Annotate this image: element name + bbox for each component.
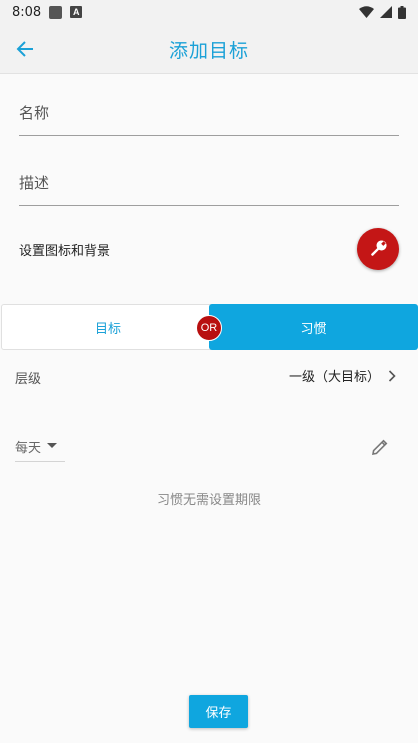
level-label: 层级: [15, 372, 42, 387]
name-field-container: [19, 90, 399, 136]
name-input[interactable]: [19, 90, 399, 135]
or-badge: OR: [196, 315, 222, 341]
text-icon: A: [70, 6, 83, 18]
signal-icon: [380, 6, 392, 18]
status-time: 8:08: [12, 4, 42, 20]
status-right: [359, 5, 406, 19]
tab-habit[interactable]: 习惯: [209, 304, 418, 350]
wrench-icon: [371, 240, 387, 256]
battery-icon: [398, 5, 406, 19]
status-bar: 8:08 A: [0, 0, 418, 24]
add-goal-screen: 8:08 A 添加目标 名称 描述 设置图标和背景 目标 习惯 OR 层级 一级…: [0, 0, 418, 743]
tab-goal[interactable]: 目标: [1, 304, 215, 350]
description-field-container: [19, 160, 399, 206]
level-value: 一级（大目标）: [288, 370, 380, 385]
icon-bg-label: 设置图标和背景: [19, 244, 111, 259]
save-button[interactable]: 保存: [189, 695, 248, 728]
pencil-icon: [372, 439, 388, 455]
wifi-icon: [359, 6, 374, 18]
frequency-dropdown[interactable]: 每天: [15, 437, 65, 462]
page-title: 添加目标: [168, 40, 249, 62]
edit-button[interactable]: [370, 437, 390, 457]
level-selector[interactable]: 一级（大目标）: [289, 366, 396, 385]
status-left: 8:08 A: [12, 4, 83, 20]
image-icon: [49, 5, 63, 19]
frequency-value: 每天: [15, 441, 42, 456]
set-icon-bg-button[interactable]: [357, 228, 399, 270]
habit-deadline-note: 习惯无需设置期限: [156, 493, 261, 508]
caret-down-icon: [47, 443, 58, 448]
app-bar: 添加目标: [0, 24, 418, 74]
description-input[interactable]: [19, 160, 399, 205]
chevron-right-icon: [388, 369, 396, 382]
